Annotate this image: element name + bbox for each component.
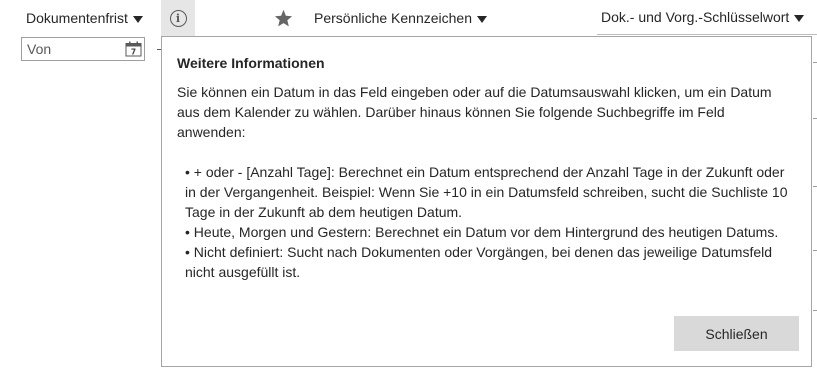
info-icon: i — [169, 9, 187, 27]
divider — [813, 62, 817, 63]
chevron-down-icon — [794, 14, 805, 22]
kennzeichen-label: Persönliche Kennzeichen — [314, 10, 472, 26]
popup-bullet: • Nicht definiert: Sucht nach Dokumenten… — [185, 244, 773, 280]
favorite-button[interactable] — [273, 0, 293, 36]
popup-title: Weitere Informationen — [177, 55, 325, 71]
popup-body: Sie können ein Datum in das Feld eingebe… — [177, 82, 795, 282]
schluesselwort-label: Dok.- und Vorg.-Schlüsselwort — [601, 9, 790, 25]
date-from-input[interactable] — [22, 41, 123, 57]
divider — [813, 250, 817, 251]
page: Dokumentenfrist i Persönliche Kennzeiche… — [0, 0, 817, 369]
info-popup: Weitere Informationen Sie können ein Dat… — [161, 36, 812, 367]
chevron-down-icon — [132, 15, 143, 23]
divider — [813, 118, 817, 119]
schluesselwort-dropdown[interactable]: Dok.- und Vorg.-Schlüsselwort — [597, 0, 817, 35]
dokumentenfrist-dropdown[interactable]: Dokumentenfrist — [26, 0, 143, 36]
date-from-field: 7 — [21, 37, 145, 61]
divider — [813, 186, 817, 187]
info-button[interactable]: i — [161, 0, 195, 36]
popup-intro: Sie können ein Datum in das Feld eingebe… — [177, 84, 772, 140]
popup-bullet: • + oder - [Anzahl Tage]: Berechnet ein … — [185, 164, 788, 220]
star-icon — [274, 9, 292, 27]
chevron-down-icon — [477, 15, 487, 23]
divider — [813, 310, 817, 311]
calendar-icon[interactable]: 7 — [125, 41, 142, 57]
close-button[interactable]: Schließen — [674, 316, 799, 351]
calendar-day: 7 — [131, 48, 136, 57]
kennzeichen-dropdown[interactable]: Persönliche Kennzeichen — [314, 0, 487, 36]
popup-bullet: • Heute, Morgen und Gestern: Berechnet e… — [185, 224, 779, 240]
dokumentenfrist-label: Dokumentenfrist — [26, 10, 128, 26]
